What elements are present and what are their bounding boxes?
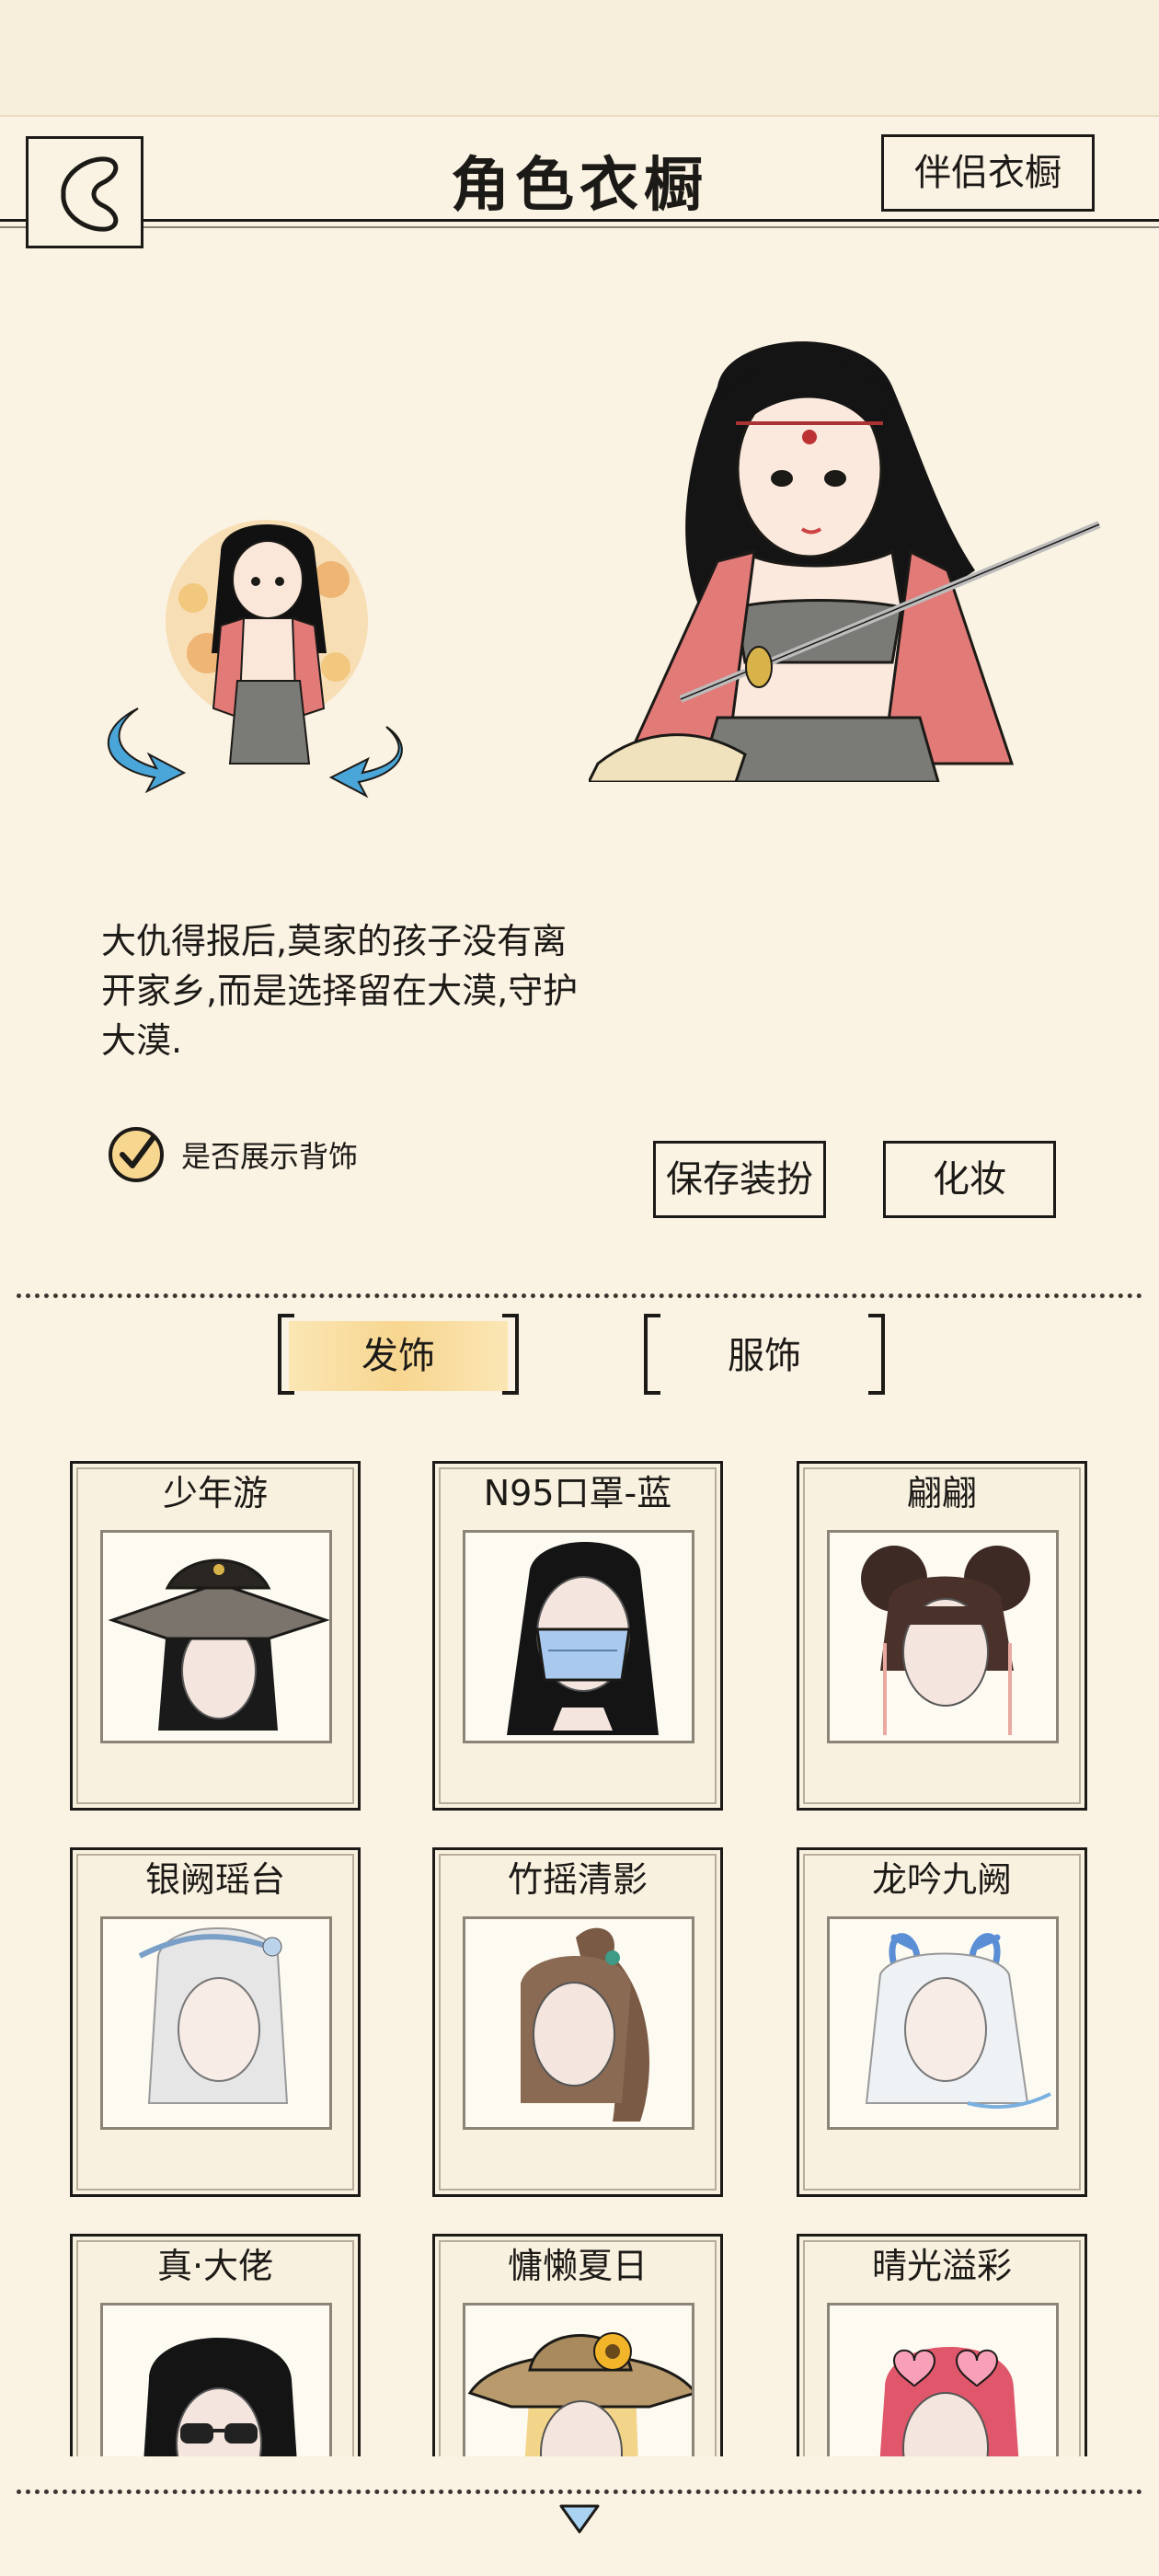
item-thumbnail — [463, 1530, 694, 1743]
item-card[interactable]: 翩翩 — [797, 1461, 1087, 1811]
status-bar-area — [0, 0, 1159, 117]
item-name: 翩翩 — [906, 1473, 977, 1513]
item-card[interactable]: 少年游 — [70, 1461, 361, 1811]
partner-wardrobe-button[interactable]: 伴侣衣橱 — [881, 134, 1095, 212]
item-card[interactable]: 真·大佬 — [70, 2234, 361, 2456]
item-card[interactable]: 晴光溢彩 — [797, 2234, 1087, 2456]
straw-hat-hair-icon — [467, 2332, 692, 2456]
item-name: 慵懒夏日 — [507, 2246, 648, 2286]
item-card[interactable]: N95口罩-蓝 — [432, 1461, 723, 1811]
save-outfit-button[interactable]: 保存装扮 — [653, 1141, 826, 1218]
item-name: 银阙瑶台 — [144, 1859, 285, 1900]
header-divider-secondary — [0, 226, 1159, 228]
rotate-right-arrow-icon — [328, 726, 403, 799]
item-name: 竹摇清影 — [507, 1859, 648, 1900]
ponytail-hair-icon — [521, 1927, 649, 2122]
dragon-horn-hair-icon — [865, 1933, 1051, 2110]
mask-hair-icon — [507, 1542, 659, 1735]
hat-hair-icon — [108, 1558, 329, 1731]
bottom-divider — [17, 2490, 1142, 2494]
makeup-button[interactable]: 化妆 — [883, 1141, 1056, 1218]
tab-label: 发饰 — [361, 1335, 435, 1377]
item-thumbnail — [827, 2303, 1059, 2456]
item-name: N95口罩-蓝 — [483, 1473, 672, 1513]
item-card[interactable]: 慵懒夏日 — [432, 2234, 723, 2456]
item-name: 真·大佬 — [156, 2246, 274, 2286]
sunglasses-hair-icon — [143, 2338, 297, 2456]
silver-hair-icon — [138, 1927, 289, 2104]
rotate-left-arrow-icon — [107, 707, 187, 794]
show-back-accessory-label: 是否展示背饰 — [181, 1139, 359, 1174]
checkbox-checked-icon[interactable] — [106, 1124, 166, 1185]
item-thumbnail — [100, 1530, 332, 1743]
section-divider — [17, 1294, 1142, 1298]
tab-clothing[interactable]: 服饰 — [644, 1314, 885, 1398]
chibi-rotate-preview[interactable] — [83, 497, 432, 810]
item-name: 少年游 — [162, 1473, 268, 1513]
tab-hair-accessories[interactable]: 发饰 — [278, 1314, 519, 1398]
character-portrait — [589, 341, 1101, 782]
item-grid[interactable]: 少年游 N95口罩-蓝 翩翩 银阙瑶台 竹摇清影 龙吟九阙 真·大佬 慵懒夏日 … — [0, 1454, 1159, 2456]
item-thumbnail — [463, 2303, 694, 2456]
scroll-down-arrow-icon[interactable] — [557, 2501, 602, 2537]
item-card[interactable]: 竹摇清影 — [432, 1847, 723, 2197]
item-name: 晴光溢彩 — [871, 2246, 1012, 2286]
item-thumbnail — [100, 2303, 332, 2456]
item-thumbnail — [100, 1916, 332, 2130]
item-name: 龙吟九阙 — [871, 1859, 1012, 1900]
item-card[interactable]: 银阙瑶台 — [70, 1847, 361, 2197]
buns-hair-icon — [861, 1546, 1030, 1735]
item-thumbnail — [827, 1916, 1059, 2130]
show-back-accessory-toggle[interactable]: 是否展示背饰 — [106, 1124, 358, 1185]
heart-glasses-hair-icon — [879, 2347, 1019, 2456]
item-card[interactable]: 龙吟九阙 — [797, 1847, 1087, 2197]
tab-label: 服饰 — [728, 1335, 801, 1377]
item-thumbnail — [827, 1530, 1059, 1743]
character-description: 大仇得报后,莫家的孩子没有离开家乡,而是选择留在大漠,守护大漠. — [101, 921, 579, 1061]
item-thumbnail — [463, 1916, 694, 2130]
forehead-jewel — [802, 430, 817, 444]
